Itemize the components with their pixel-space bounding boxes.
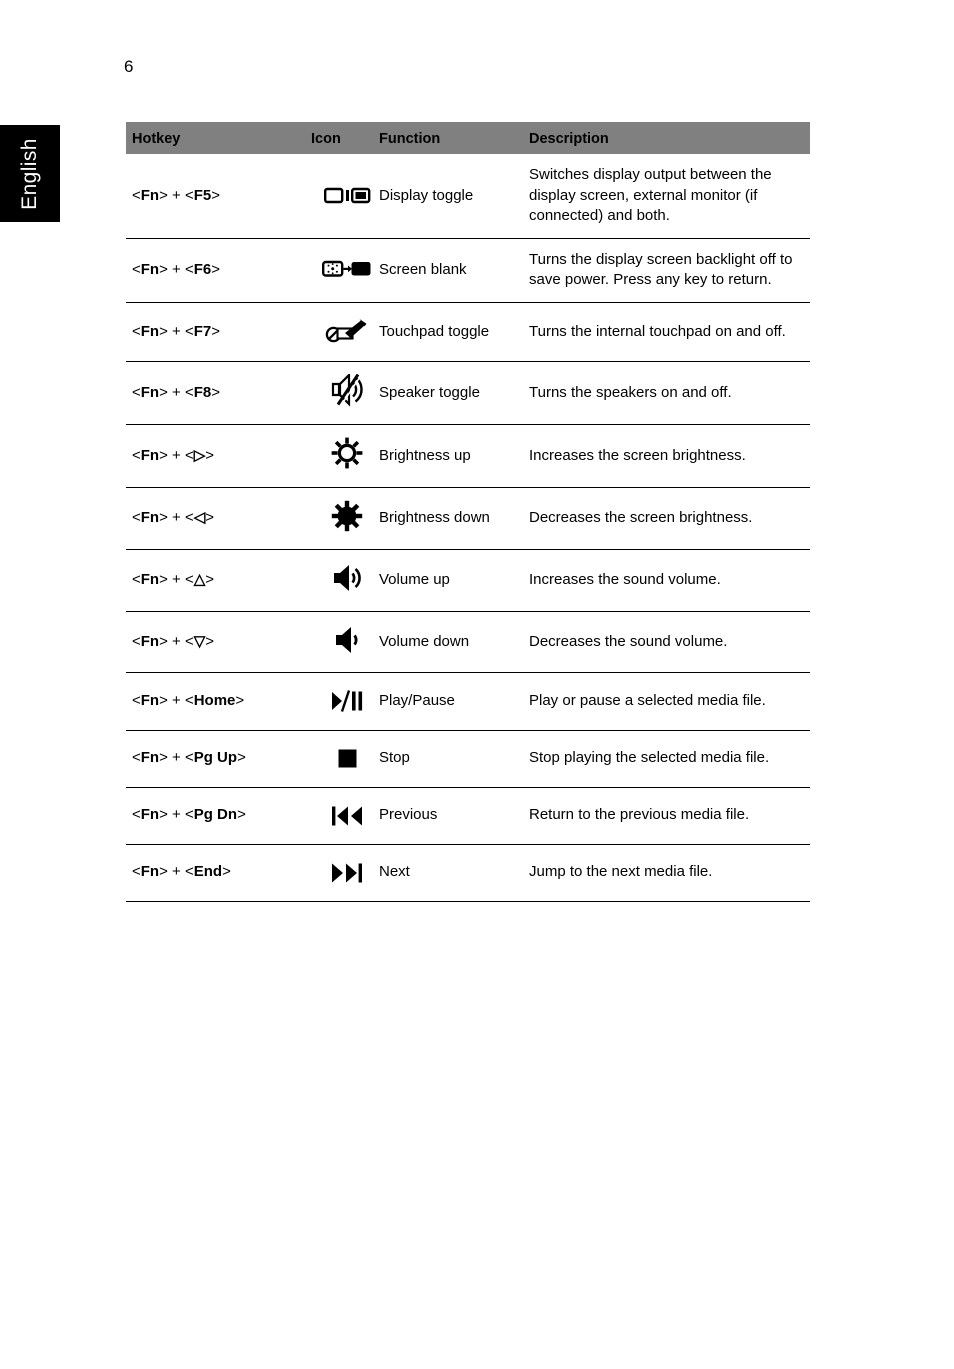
description-cell: Jump to the next media file. [529,863,713,881]
column-header-function: Function [379,122,529,154]
function-cell: Brightness down [379,509,490,526]
function-cell: Previous [379,806,438,824]
hotkey-cell: <Fn> + <End> [132,863,231,881]
column-header-hotkey: Hotkey [126,122,311,154]
hotkey-cell: <Fn> + <◁> [132,509,215,526]
icon-cell [311,238,379,302]
table-body: <Fn> + <F5> Display toggle Switches displa… [126,154,810,901]
hotkey-cell: <Fn> + <▽> [132,632,215,650]
hotkey-cell: <Fn> + <F5> [132,186,220,204]
icon-cell [311,487,379,550]
description-cell: Turns the speakers on and off. [529,383,732,401]
table-row: <Fn> + <Pg Up> Stop Stop playing the selec… [126,730,810,787]
previous-icon [319,799,375,833]
description-cell: Decreases the screen brightness. [529,509,753,526]
icon-cell [311,673,379,731]
description-cell: Play or pause a selected media file. [529,692,766,709]
hotkey-table: Hotkey Icon Function Description <Fn> + … [126,122,810,902]
hotkey-cell: <Fn> + <F6> [132,260,220,278]
brightness-up-icon [319,436,375,470]
icon-cell [311,730,379,787]
function-cell: Volume up [379,571,450,588]
description-cell: Increases the screen brightness. [529,446,746,464]
screen-blank-icon [319,253,375,287]
icon-cell [311,550,379,612]
function-cell: Speaker toggle [379,383,480,401]
icon-cell [311,844,379,901]
description-cell: Increases the sound volume. [529,571,721,588]
function-cell: Next [379,863,410,881]
function-cell: Stop [379,749,410,767]
table-row: <Fn> + <F5> Display toggle Switches displa… [126,154,810,238]
column-header-icon: Icon [311,122,379,154]
language-tab: English [0,125,60,222]
next-icon [319,856,375,890]
stop-icon [319,742,375,776]
hotkey-cell: <Fn> + <F8> [132,383,220,401]
table-row: <Fn> + <F8> Speaker toggle Turns the speak… [126,362,810,425]
table-row: <Fn> + <End> Next Jump to the next media f… [126,844,810,901]
function-cell: Display toggle [379,186,474,204]
icon-cell [311,302,379,362]
description-cell: Turns the internal touchpad on and off. [529,322,786,340]
icon-cell [311,154,379,238]
table-row: <Fn> + <▽> Volume down Decreases the sound… [126,611,810,673]
icon-cell [311,787,379,844]
touchpad-toggle-icon [319,314,375,348]
description-cell: Decreases the sound volume. [529,632,728,650]
column-header-description: Description [529,122,810,154]
table-row: <Fn> + <◁> Brightness down Decreases the s… [126,487,810,550]
volume-up-icon [319,561,375,595]
table-header: Hotkey Icon Function Description [126,122,810,154]
hotkey-cell: <Fn> + <Pg Dn> [132,806,246,824]
table-row: <Fn> + <▷> Brightness up Increases the scr… [126,425,810,488]
table-row: <Fn> + <△> Volume up Increases the sound v… [126,550,810,612]
display-toggle-icon [319,178,375,212]
speaker-toggle-icon [319,373,375,407]
icon-cell [311,362,379,425]
function-cell: Touchpad toggle [379,322,490,340]
function-cell: Screen blank [379,260,467,278]
description-cell: Turns the display screen backlight off t… [529,250,793,289]
play-pause-icon [319,684,375,718]
table-row: <Fn> + <Pg Dn> Previous Return to the prev… [126,787,810,844]
icon-cell [311,611,379,673]
function-cell: Brightness up [379,446,471,464]
function-cell: Play/Pause [379,692,455,709]
hotkey-cell: <Fn> + <Pg Up> [132,749,246,767]
brightness-down-icon [319,499,375,533]
language-tab-label: English [18,137,41,210]
icon-cell [311,425,379,488]
function-cell: Volume down [379,632,470,650]
description-cell: Switches display output between the disp… [529,166,772,224]
page-number: 6 [124,57,134,76]
hotkey-cell: <Fn> + <F7> [132,322,220,340]
table-header-row: Hotkey Icon Function Description [126,122,810,154]
hotkey-cell: <Fn> + <Home> [132,692,245,709]
table-row: <Fn> + <Home> Play/Pause Play or pause a s… [126,673,810,731]
hotkey-cell: <Fn> + <▷> [132,446,215,464]
volume-down-icon [319,623,375,657]
hotkey-cell: <Fn> + <△> [132,571,215,588]
description-cell: Return to the previous media file. [529,806,750,824]
table-row: <Fn> + <F6> Screen blank Turns the display… [126,238,810,302]
table-row: <Fn> + <F7> Touchpad toggle Turns the inte… [126,302,810,362]
description-cell: Stop playing the selected media file. [529,749,770,767]
